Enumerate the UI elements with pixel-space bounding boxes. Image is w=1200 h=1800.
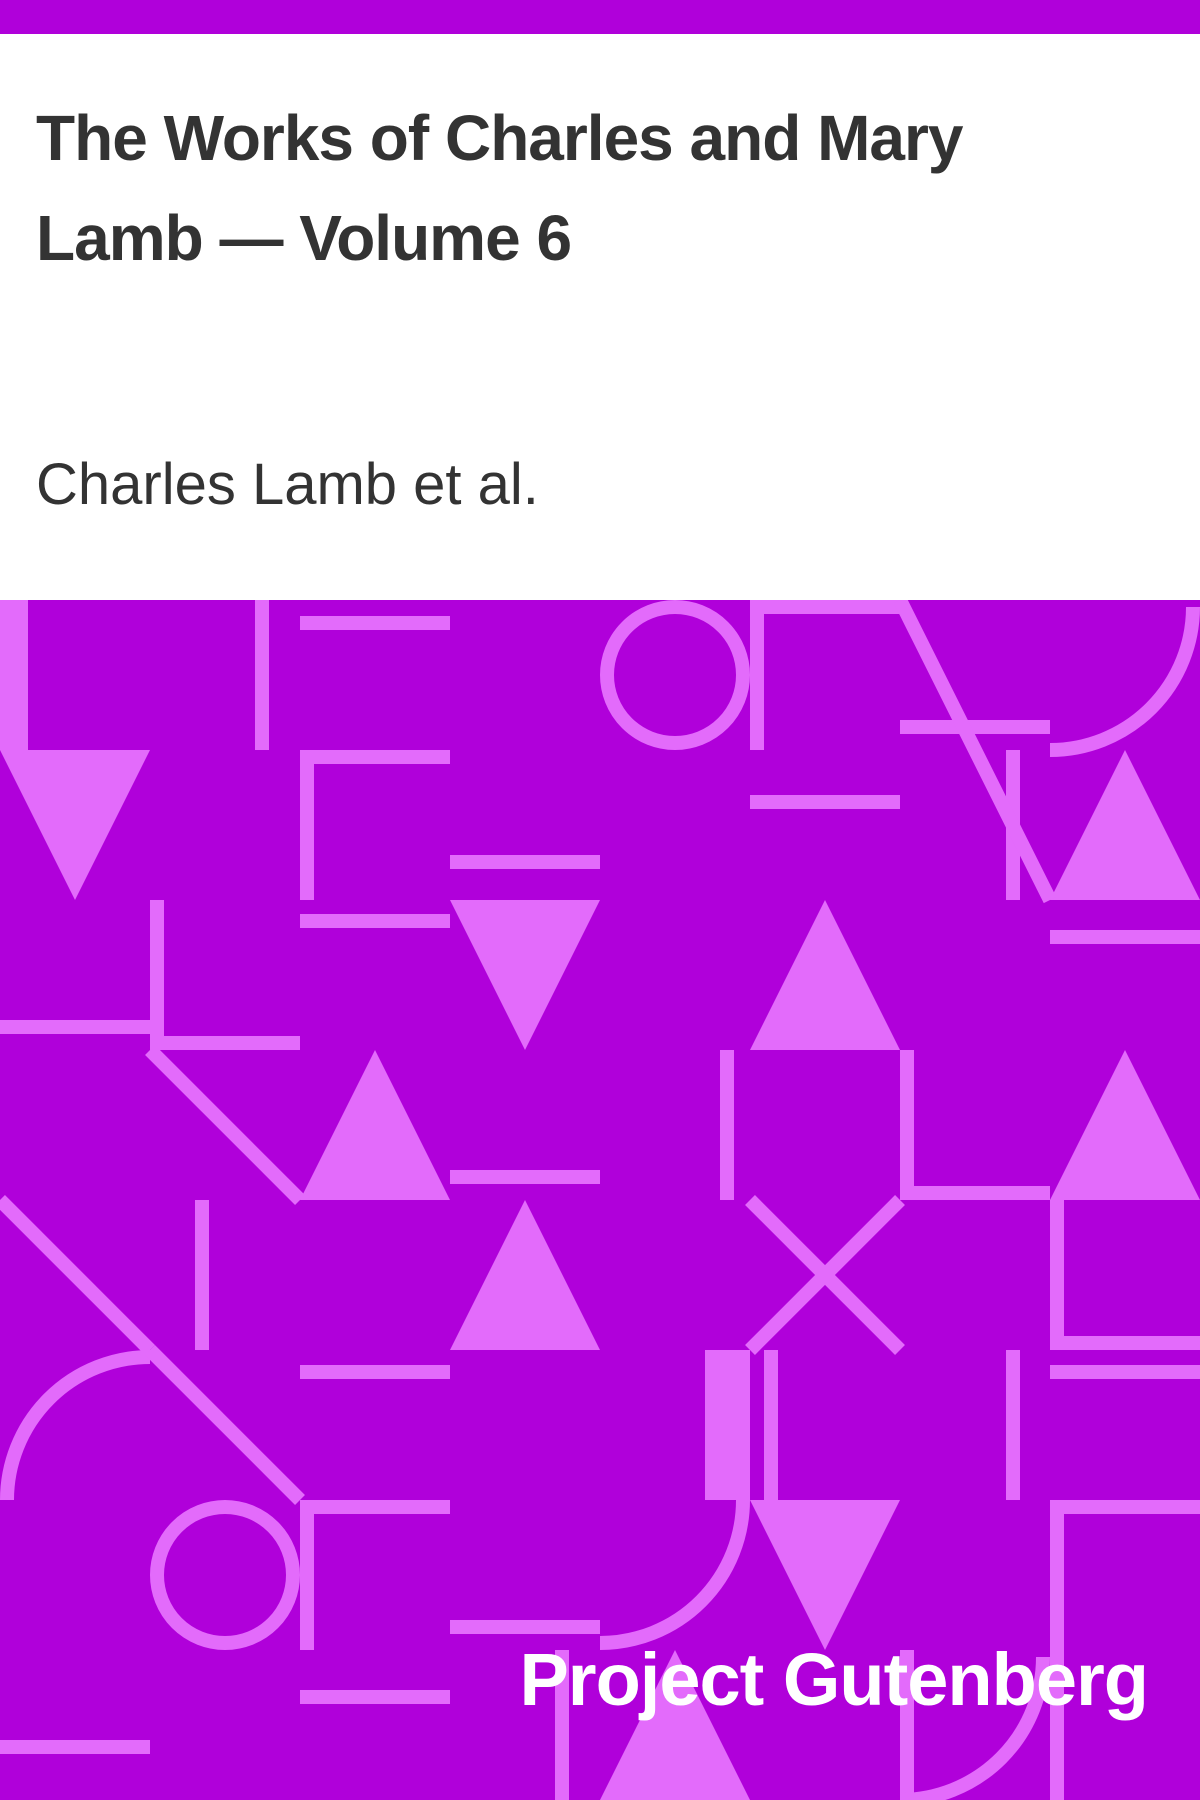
pattern-bar [1050, 1500, 1200, 1514]
pattern-bar [1006, 1350, 1020, 1500]
pattern-bar [900, 720, 1050, 734]
pattern-bar [300, 750, 450, 764]
book-title: The Works of Charles and Mary Lamb — Vol… [36, 102, 964, 274]
pattern-bar [450, 855, 600, 869]
pattern-bar [1050, 1336, 1200, 1350]
pattern-bar [300, 1500, 450, 1514]
pattern-bar [300, 1365, 450, 1379]
book-cover: The Works of Charles and Mary Lamb — Vol… [0, 0, 1200, 1800]
pattern-bar [0, 600, 28, 750]
publisher-label: Project Gutenberg [519, 1638, 1149, 1721]
pattern-bar [720, 1050, 734, 1200]
pattern-bar [300, 1500, 314, 1650]
pattern-bar [1050, 930, 1200, 944]
pattern-bar [450, 1170, 600, 1184]
geometric-pattern [0, 600, 1200, 1800]
pattern-bar [0, 1020, 150, 1034]
pattern-bar [900, 1050, 914, 1200]
pattern-bar [705, 1350, 750, 1500]
pattern-bar [300, 750, 314, 900]
pattern-bar [255, 600, 269, 750]
pattern-bar [750, 600, 764, 750]
pattern-bar [150, 900, 164, 1050]
pattern-bar [195, 1200, 209, 1350]
pattern-bar [750, 795, 900, 809]
pattern-bar [150, 1036, 300, 1050]
pattern-bar [1050, 1500, 1064, 1650]
pattern-bar [750, 600, 900, 614]
pattern-bar [300, 914, 450, 928]
book-author: Charles Lamb et al. [36, 452, 539, 517]
pattern-bar [0, 1740, 150, 1754]
pattern-bar [300, 616, 450, 630]
top-accent-bar [0, 0, 1200, 34]
pattern-bar [1050, 1200, 1064, 1350]
pattern-bar [900, 1186, 1050, 1200]
pattern-bar [764, 1350, 778, 1500]
pattern-bar [1050, 1365, 1200, 1379]
pattern-bar [300, 1690, 450, 1704]
pattern-bar [450, 1620, 600, 1634]
